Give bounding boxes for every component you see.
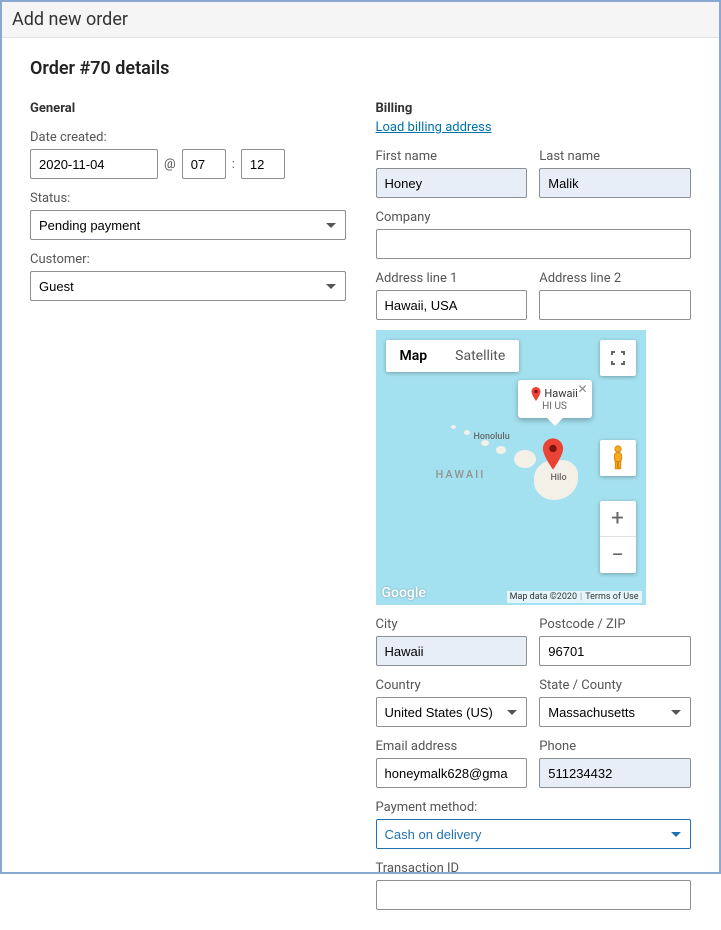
address1-input[interactable] — [376, 290, 528, 320]
last-name-label: Last name — [539, 149, 691, 164]
fullscreen-icon — [610, 350, 626, 366]
payment-method-label: Payment method: — [376, 800, 692, 815]
company-label: Company — [376, 210, 692, 225]
at-symbol: @ — [164, 157, 176, 172]
last-name-input[interactable] — [539, 168, 691, 198]
map-credits: Map data ©2020|Terms of Use — [507, 591, 642, 603]
pin-icon — [531, 387, 541, 401]
country-label: Country — [376, 678, 528, 693]
address2-label: Address line 2 — [539, 271, 691, 286]
first-name-input[interactable] — [376, 168, 528, 198]
map-data-text: Map data ©2020 — [510, 592, 577, 602]
map-island — [464, 430, 470, 435]
map-type-tabs: Map Satellite — [386, 340, 520, 372]
country-select[interactable]: United States (US) — [376, 697, 528, 727]
payment-method-select[interactable]: Cash on delivery — [376, 819, 692, 849]
date-created-input[interactable] — [30, 149, 158, 179]
phone-label: Phone — [539, 739, 691, 754]
date-minute-input[interactable] — [241, 149, 285, 179]
billing-section: Billing Load billing address First name … — [376, 101, 692, 910]
billing-heading: Billing — [376, 101, 692, 116]
date-created-label: Date created: — [30, 130, 346, 145]
map-island — [451, 425, 456, 429]
status-select[interactable]: Pending payment — [30, 210, 346, 240]
state-label: State / County — [539, 678, 691, 693]
map-zoom-controls: + − — [600, 501, 636, 573]
address2-input[interactable] — [539, 290, 691, 320]
map-tab-map[interactable]: Map — [386, 340, 442, 372]
map-island — [514, 450, 536, 468]
transaction-id-input[interactable] — [376, 880, 692, 910]
customer-select[interactable]: Guest — [30, 271, 346, 301]
email-label: Email address — [376, 739, 528, 754]
phone-input[interactable] — [539, 758, 691, 788]
general-section: General Date created: @ : Status: Pendin… — [30, 101, 346, 910]
infowindow-close-icon[interactable]: ✕ — [577, 382, 587, 396]
page-title: Order #70 details — [30, 58, 691, 79]
date-hour-input[interactable] — [182, 149, 226, 179]
city-input[interactable] — [376, 636, 528, 666]
state-select[interactable]: Massachusetts — [539, 697, 691, 727]
map-label-state: HAWAII — [436, 468, 486, 481]
map-tab-satellite[interactable]: Satellite — [441, 340, 519, 372]
postcode-input[interactable] — [539, 636, 691, 666]
postcode-label: Postcode / ZIP — [539, 617, 691, 632]
address1-label: Address line 1 — [376, 271, 528, 286]
map-fullscreen-button[interactable] — [600, 340, 636, 376]
status-label: Status: — [30, 191, 346, 206]
infowindow-title: Hawaii — [544, 387, 577, 400]
general-heading: General — [30, 101, 346, 116]
first-name-label: First name — [376, 149, 528, 164]
email-input[interactable] — [376, 758, 528, 788]
map-infowindow: ✕ Hawaii HI US — [518, 380, 592, 418]
infowindow-sub: HI US — [524, 401, 586, 412]
map[interactable]: HAWAII Honolulu Hilo Map Satellite ✕ Haw… — [376, 330, 646, 605]
company-input[interactable] — [376, 229, 692, 259]
map-google-logo: Google — [382, 585, 426, 601]
city-label: City — [376, 617, 528, 632]
map-pegman-button[interactable] — [600, 440, 636, 476]
map-zoom-out-button[interactable]: − — [600, 537, 636, 573]
map-marker-icon[interactable] — [542, 438, 564, 470]
load-billing-address-link[interactable]: Load billing address — [376, 120, 692, 135]
map-island — [496, 446, 506, 454]
pegman-icon — [609, 445, 627, 471]
time-colon: : — [232, 157, 235, 172]
map-zoom-in-button[interactable]: + — [600, 501, 636, 537]
window-title: Add new order — [2, 2, 719, 38]
customer-label: Customer: — [30, 252, 346, 267]
map-label-hilo: Hilo — [551, 473, 567, 483]
map-label-honolulu: Honolulu — [474, 432, 510, 442]
map-terms-link[interactable]: Terms of Use — [585, 592, 638, 602]
